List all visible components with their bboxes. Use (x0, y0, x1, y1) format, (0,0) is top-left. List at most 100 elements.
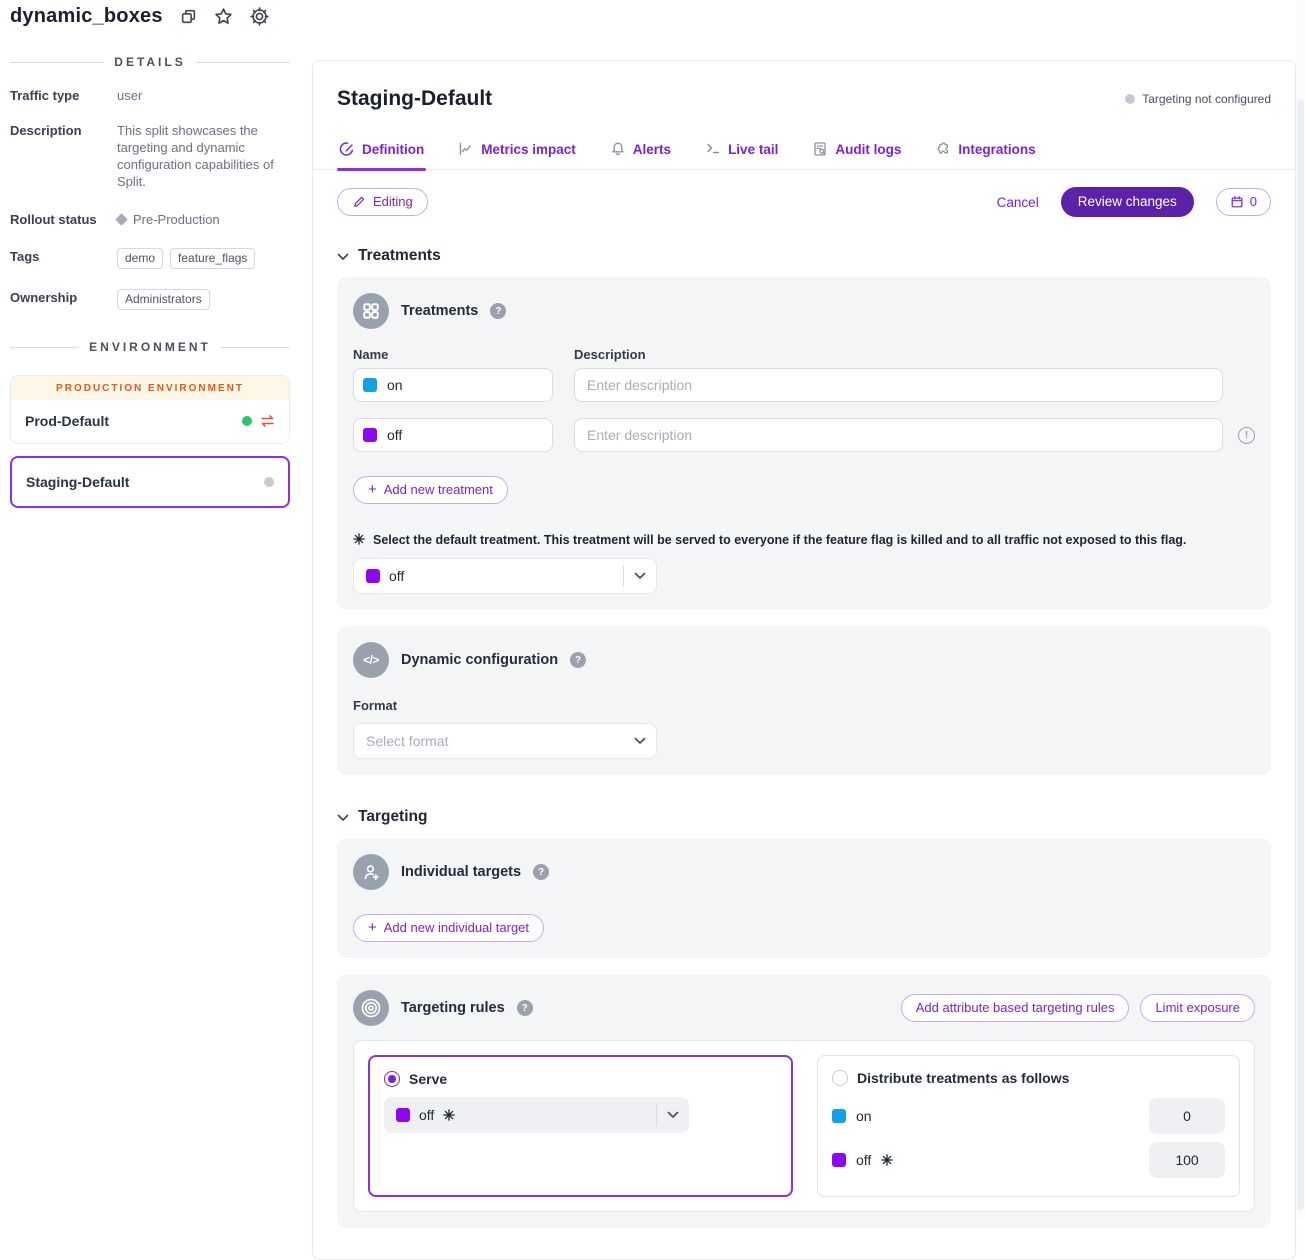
treatment-name-input[interactable] (353, 418, 553, 452)
add-new-individual-target-button[interactable]: + Add new individual target (353, 914, 544, 942)
traffic-type-label: Traffic type (10, 87, 117, 104)
tags-row: Tags demo feature_flags (10, 248, 290, 269)
environment-name-prod: Prod-Default (25, 413, 234, 429)
distribute-percentage-input[interactable] (1149, 1142, 1225, 1178)
pencil-icon (352, 195, 366, 209)
page-title: Staging-Default (337, 87, 1125, 111)
serve-treatment-value: off (419, 1107, 434, 1123)
review-changes-button[interactable]: Review changes (1061, 187, 1194, 217)
environment-card-staging[interactable]: Staging-Default (10, 456, 290, 508)
distribute-radio-row[interactable]: Distribute treatments as follows (832, 1070, 1225, 1086)
bell-icon (610, 141, 626, 157)
rollout-status-label: Rollout status (10, 211, 117, 228)
individual-targets-card: Individual targets ? + Add new individua… (337, 838, 1271, 958)
editing-button[interactable]: Editing (337, 188, 428, 216)
chevron-down-icon (337, 814, 349, 822)
details-heading: DETAILS (10, 55, 290, 69)
treatment-on-swatch (363, 378, 377, 392)
star-icon[interactable] (214, 7, 233, 26)
rollout-diamond-icon (115, 213, 128, 226)
serve-treatment-select[interactable]: off (384, 1097, 689, 1133)
treatments-card: Treatments ? Name Description ! + A (337, 277, 1271, 610)
treatment-off-swatch (363, 428, 377, 442)
distribute-option-panel[interactable]: Distribute treatments as follows on off (817, 1055, 1240, 1197)
line-chart-icon (458, 141, 474, 157)
targeting-rule-row: Serve off (353, 1040, 1255, 1212)
cancel-button[interactable]: Cancel (997, 195, 1039, 210)
treatment-name-input[interactable] (353, 368, 553, 402)
treatments-section-header[interactable]: Treatments (337, 247, 1271, 265)
environment-heading: ENVIRONMENT (10, 340, 290, 354)
scrollbar-track[interactable] (1296, 0, 1305, 1219)
treatment-row-on (353, 368, 1255, 402)
distribute-percentage-input[interactable] (1149, 1098, 1225, 1134)
ownership-row: Ownership Administrators (10, 289, 290, 310)
tab-audit-logs[interactable]: Audit logs (810, 135, 903, 169)
code-icon: </> (353, 642, 389, 678)
treatment-description-input[interactable] (574, 418, 1223, 452)
help-icon[interactable]: ? (490, 303, 506, 319)
scheduled-changes-button[interactable]: 0 (1216, 188, 1271, 216)
environment-name-staging: Staging-Default (26, 474, 256, 490)
treatments-card-title: Treatments (401, 303, 478, 319)
environment-card-prod[interactable]: PRODUCTION ENVIRONMENT Prod-Default (10, 375, 290, 444)
distribute-row-on: on (832, 1098, 1225, 1134)
production-environment-banner: PRODUCTION ENVIRONMENT (11, 376, 289, 400)
add-attribute-rules-button[interactable]: Add attribute based targeting rules (901, 994, 1130, 1022)
serve-option-panel[interactable]: Serve off (368, 1055, 793, 1197)
help-icon[interactable]: ? (533, 864, 549, 880)
copy-icon[interactable] (180, 8, 197, 25)
default-treatment-select[interactable]: off (353, 558, 657, 594)
dynamic-configuration-card: </> Dynamic configuration ? Format Selec… (337, 626, 1271, 775)
distribute-label: Distribute treatments as follows (857, 1070, 1069, 1086)
chevron-down-icon (337, 253, 349, 261)
targeting-rules-card: Targeting rules ? Add attribute based ta… (337, 974, 1271, 1228)
targeting-rules-title: Targeting rules (401, 1000, 505, 1016)
format-select[interactable]: Select format (353, 723, 657, 759)
help-icon[interactable]: ? (517, 1000, 533, 1016)
name-column-label: Name (353, 347, 574, 362)
default-treatment-value: off (389, 568, 404, 584)
calendar-icon (1230, 195, 1244, 209)
tag-chip[interactable]: feature_flags (170, 248, 255, 269)
help-icon[interactable]: ? (570, 652, 586, 668)
default-asterisk-icon (353, 533, 365, 545)
targeting-section-header[interactable]: Targeting (337, 808, 1271, 826)
description-row: Description This split showcases the tar… (10, 122, 290, 190)
bullseye-icon (353, 990, 389, 1026)
format-label: Format (353, 698, 1255, 713)
info-icon[interactable]: ! (1238, 427, 1255, 444)
radio-unselected-icon[interactable] (832, 1070, 848, 1086)
tag-chip[interactable]: demo (117, 248, 163, 269)
plus-icon: + (368, 921, 377, 935)
tab-integrations[interactable]: Integrations (933, 135, 1037, 169)
tab-alerts[interactable]: Alerts (608, 135, 673, 169)
chevron-down-icon (624, 572, 656, 580)
ownership-chip[interactable]: Administrators (117, 289, 210, 310)
treatment-description-input[interactable] (574, 368, 1223, 402)
edit-toolbar: Editing Cancel Review changes 0 (337, 187, 1271, 217)
audit-log-icon (812, 141, 828, 157)
tab-definition[interactable]: Definition (337, 135, 426, 169)
add-user-icon (353, 854, 389, 890)
treatment-off-swatch (366, 569, 380, 583)
scrollbar-thumb[interactable] (1297, 100, 1304, 1210)
environment-status-dot-green (242, 416, 252, 426)
serve-label: Serve (409, 1071, 447, 1087)
tab-live-tail[interactable]: Live tail (703, 135, 780, 169)
tab-bar: Definition Metrics impact Alerts (313, 135, 1295, 170)
treatment-on-swatch (832, 1109, 846, 1123)
treatment-row-off: ! (353, 418, 1255, 452)
ownership-label: Ownership (10, 289, 117, 306)
description-column-label: Description (574, 347, 646, 362)
treatments-grid-icon (353, 293, 389, 329)
radio-selected-icon[interactable] (384, 1071, 400, 1087)
add-new-treatment-button[interactable]: + Add new treatment (353, 476, 508, 504)
gear-icon[interactable] (250, 7, 269, 26)
app-header: dynamic_boxes (10, 2, 269, 30)
serve-radio-row[interactable]: Serve (384, 1071, 777, 1087)
distribute-treatment-name: on (856, 1108, 872, 1124)
limit-exposure-button[interactable]: Limit exposure (1140, 994, 1255, 1022)
tab-metrics-impact[interactable]: Metrics impact (456, 135, 578, 169)
swap-arrows-icon[interactable] (260, 414, 275, 428)
